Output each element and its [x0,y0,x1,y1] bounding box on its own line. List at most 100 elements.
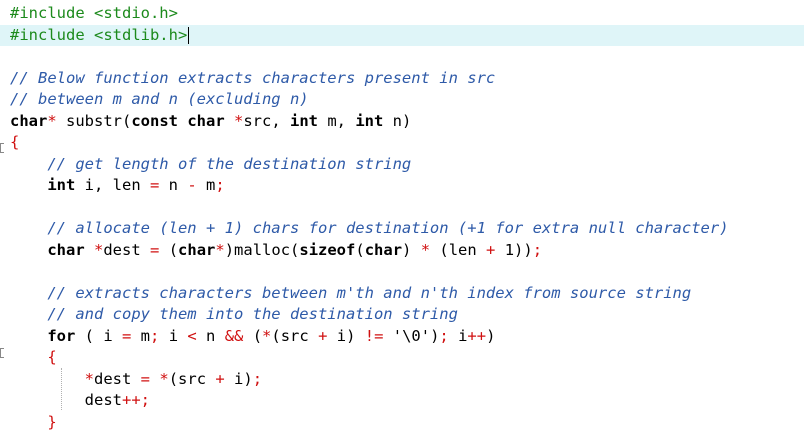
code-token: } [47,412,57,431]
code-line[interactable]: dest++; [10,390,150,411]
code-token: #include <stdio.h> [10,4,178,22]
code-token: const char [131,111,225,130]
code-token: // allocate (len + 1) chars for destinat… [47,219,729,237]
code-token: ( [159,240,179,259]
code-token: #include <stdlib.h> [10,25,188,44]
code-token: src, [243,111,291,130]
code-token: ; [532,240,543,259]
code-token: i) [327,326,365,345]
code-token: * [159,369,169,388]
code-line[interactable]: { [10,347,57,368]
code-token: // between m and n (excluding n) [10,90,309,108]
code-token: n [159,176,188,194]
code-token: '\0') [383,326,440,345]
code-token: m [131,326,151,345]
code-token: = [149,176,160,194]
code-token: ( [243,326,263,345]
code-token: // Below function extracts characters pr… [10,68,496,87]
code-token: // and copy them into the destination st… [47,305,458,323]
code-token: n) [383,111,412,130]
code-token: // extracts characters between m'th and … [47,283,692,302]
code-token: ; [150,326,160,345]
code-token: dest [10,391,122,409]
text-cursor [188,26,190,44]
code-token: != [364,326,384,345]
code-editor[interactable]: #include <stdio.h> #include <stdlib.h> // … [0,0,804,438]
code-token: 1)) [495,240,533,259]
code-token: i, len [75,176,150,194]
code-token: * [215,240,225,259]
code-token: i) [224,369,253,388]
code-token: i [448,326,468,345]
code-token: ++ [467,326,487,345]
code-token: (src [168,369,216,388]
code-line[interactable]: *dest = *(src + i); [10,369,262,390]
code-line[interactable]: int i, len = n - m; [10,175,225,196]
code-token: ; [215,176,225,194]
code-token: + [215,369,225,388]
code-token: ( i [75,326,122,345]
code-token: ) [402,240,421,259]
code-line[interactable]: // between m and n (excluding n) [10,89,309,110]
code-token: ) [486,326,496,345]
code-token: && [224,326,244,345]
code-token: // get length of the destination string [47,154,412,173]
code-token: char [178,240,216,259]
code-token: char [47,240,85,259]
code-token: substr( [56,111,132,130]
code-token: = [150,240,160,259]
code-token: ; [439,326,449,345]
code-token: * [262,326,272,345]
code-token: ( [355,240,365,259]
code-line[interactable]: { [10,132,19,153]
code-token: + [486,240,496,259]
code-token: m [196,176,216,194]
code-line[interactable]: #include <stdlib.h> [0,24,804,46]
code-line[interactable]: // extracts characters between m'th and … [10,283,691,304]
code-line[interactable]: #include <stdio.h> [10,3,178,24]
code-token: * [420,240,431,259]
code-line[interactable]: char* substr(const char *src, int m, int… [10,111,411,132]
code-line[interactable]: // and copy them into the destination st… [10,304,458,325]
code-line[interactable]: for ( i = m; i < n && (*(src + i) != '\0… [10,326,495,347]
code-token: { [10,133,20,151]
code-token: int [47,176,76,194]
code-token: = [122,326,132,345]
fold-marker-icon[interactable] [0,348,4,358]
code-token: int [355,111,384,130]
code-token: < [187,326,197,345]
code-token: * [84,369,94,388]
fold-marker-icon[interactable] [0,143,4,153]
code-token: * [234,111,244,130]
code-token: char [364,240,403,259]
code-token: m, [318,111,356,130]
code-token: dest [103,240,151,259]
code-line[interactable]: // get length of the destination string [10,154,411,175]
code-token: * [94,240,104,259]
code-token: sizeof [299,240,356,259]
code-line[interactable]: // allocate (len + 1) chars for destinat… [10,218,729,239]
code-line[interactable]: } [10,412,57,433]
code-line[interactable]: char *dest = (char*)malloc(sizeof(char) … [10,240,542,261]
code-token: + [318,326,328,345]
code-token: i [159,326,188,345]
code-token: { [47,348,57,366]
code-token: int [290,111,319,130]
code-token: = [140,369,151,388]
code-token: )malloc( [224,240,300,259]
code-token: ++; [121,391,150,409]
code-token: dest [94,369,141,388]
code-line[interactable]: // Below function extracts characters pr… [10,68,495,89]
